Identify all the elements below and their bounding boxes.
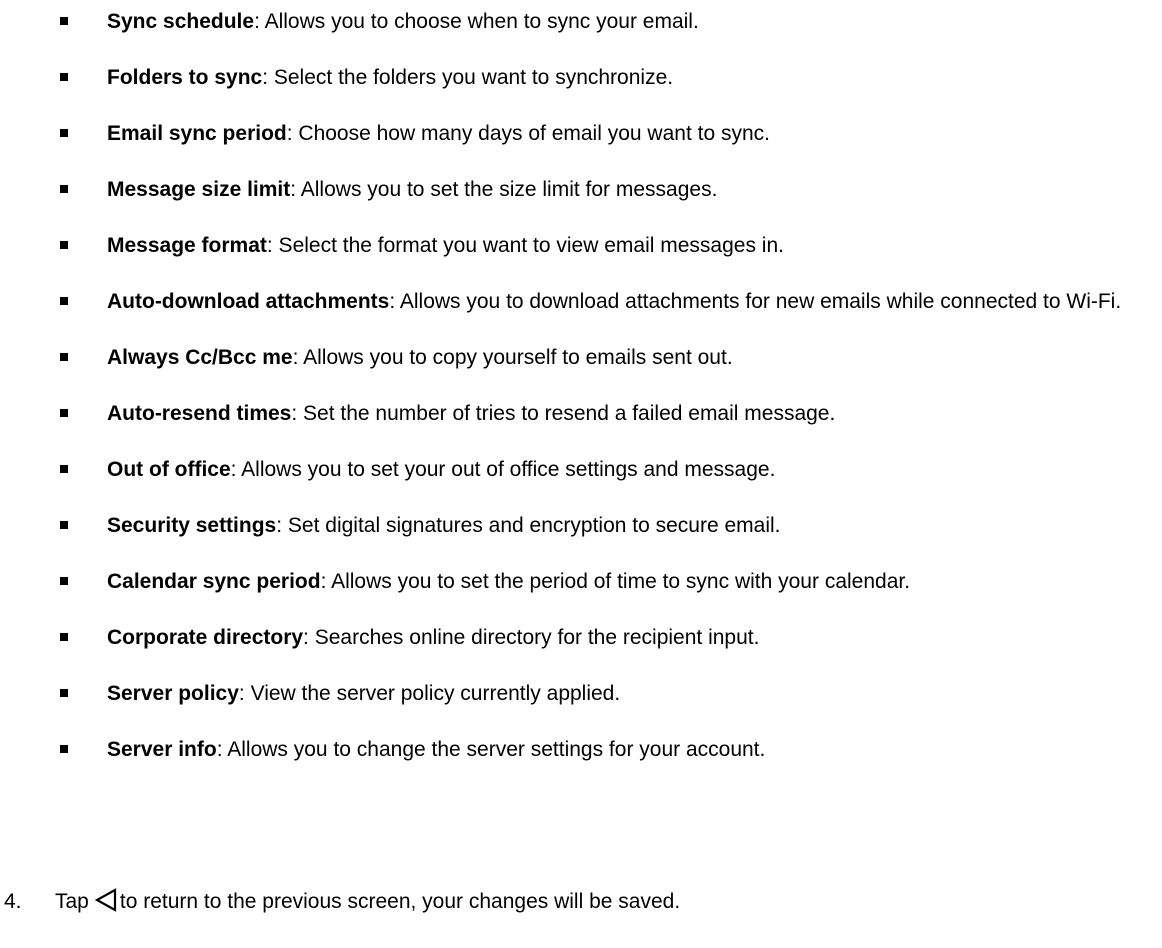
setting-description: : Set digital signatures and encryption …: [276, 514, 781, 537]
square-bullet-icon: [60, 241, 68, 249]
step-text-after: to return to the previous screen, your c…: [119, 890, 681, 913]
list-item: Message size limit: Allows you to set th…: [0, 174, 1162, 205]
square-bullet-icon: [60, 185, 68, 193]
list-item: Email sync period: Choose how many days …: [0, 118, 1162, 149]
square-bullet-icon: [60, 73, 68, 81]
list-item: Auto-resend times: Set the number of tri…: [0, 398, 1162, 429]
setting-description: : Searches online directory for the reci…: [303, 626, 760, 649]
setting-term: Sync schedule: [107, 10, 255, 33]
step-text: Tap to return to the previous screen, you…: [55, 886, 680, 917]
setting-description: : Choose how many days of email you want…: [286, 122, 770, 145]
setting-description: : Allows you to copy yourself to emails …: [292, 346, 733, 369]
square-bullet-icon: [60, 465, 68, 473]
document-page: Sync schedule: Allows you to choose when…: [0, 0, 1162, 948]
setting-term: Message size limit: [107, 178, 291, 201]
square-bullet-icon: [60, 689, 68, 697]
setting-term: Message format: [107, 234, 267, 257]
list-item: Server info: Allows you to change the se…: [0, 734, 1162, 765]
list-item: Folders to sync: Select the folders you …: [0, 62, 1162, 93]
square-bullet-icon: [60, 521, 68, 529]
square-bullet-icon: [60, 633, 68, 641]
setting-term: Always Cc/Bcc me: [107, 346, 293, 369]
setting-description: : Set the number of tries to resend a fa…: [291, 402, 836, 425]
square-bullet-icon: [60, 745, 68, 753]
square-bullet-icon: [60, 577, 68, 585]
list-item: Security settings: Set digital signature…: [0, 510, 1162, 541]
setting-term: Email sync period: [107, 122, 287, 145]
list-item: Out of office: Allows you to set your ou…: [0, 454, 1162, 485]
setting-description: : Select the format you want to view ema…: [266, 234, 784, 257]
setting-term: Corporate directory: [107, 626, 304, 649]
setting-description: : View the server policy currently appli…: [238, 682, 621, 705]
setting-description: : Allows you to set the size limit for m…: [290, 178, 718, 201]
setting-description: : Allows you to set the period of time t…: [320, 570, 911, 593]
square-bullet-icon: [60, 297, 68, 305]
list-item: Sync schedule: Allows you to choose when…: [0, 6, 1162, 37]
list-item: Always Cc/Bcc me: Allows you to copy you…: [0, 342, 1162, 373]
setting-term: Auto-resend times: [107, 402, 292, 425]
square-bullet-icon: [60, 353, 68, 361]
list-item: Server policy: View the server policy cu…: [0, 678, 1162, 709]
square-bullet-icon: [60, 17, 68, 25]
setting-term: Server policy: [107, 682, 239, 705]
back-triangle-icon: [94, 888, 116, 912]
setting-term: Calendar sync period: [107, 570, 321, 593]
list-item: Auto-download attachments: Allows you to…: [0, 286, 1162, 317]
step-text-before: Tap: [55, 890, 89, 913]
setting-term: Folders to sync: [107, 66, 263, 89]
setting-description: : Allows you to change the server settin…: [216, 738, 766, 761]
setting-term: Security settings: [107, 514, 277, 537]
setting-description: : Allows you to choose when to sync your…: [254, 10, 699, 33]
list-item: Message format: Select the format you wa…: [0, 230, 1162, 261]
setting-term: Server info: [107, 738, 217, 761]
setting-description: : Allows you to download attachments for…: [389, 290, 1122, 313]
email-settings-list: Sync schedule: Allows you to choose when…: [0, 6, 1162, 790]
step-number: 4.: [4, 890, 22, 913]
list-item: Corporate directory: Searches online dir…: [0, 622, 1162, 653]
setting-term: Auto-download attachments: [107, 290, 390, 313]
setting-term: Out of office: [107, 458, 231, 481]
setting-description: : Allows you to set your out of office s…: [230, 458, 776, 481]
square-bullet-icon: [60, 409, 68, 417]
list-item: Calendar sync period: Allows you to set …: [0, 566, 1162, 597]
setting-description: : Select the folders you want to synchro…: [262, 66, 674, 89]
square-bullet-icon: [60, 129, 68, 137]
